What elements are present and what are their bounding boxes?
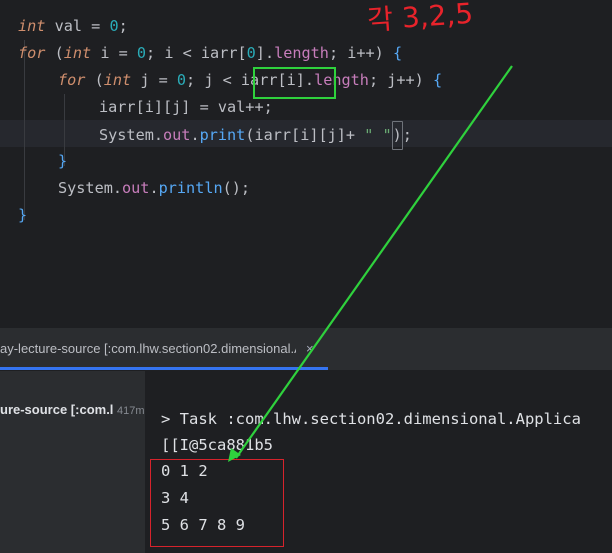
code-token: System. [58, 179, 123, 197]
code-editor[interactable]: int val = 0; for (int i = 0; i < iarr[0]… [0, 0, 612, 328]
run-tab[interactable]: ay-lecture-source [:com.lhw.section02.di… [0, 328, 328, 370]
code-token: ( [45, 44, 64, 62]
code-token: { [392, 44, 403, 62]
code-line[interactable]: iarr[i][j] = val++; [99, 94, 273, 121]
code-token: } [18, 206, 28, 224]
code-line[interactable]: for (int j = 0; j < iarr[i].length; j++)… [58, 67, 442, 94]
code-token: (iarr[i][j]+ [245, 126, 365, 144]
code-line[interactable]: int val = 0; [18, 13, 128, 40]
code-token: for [58, 71, 86, 89]
run-tree: ure-source [:com.l 417ms [0, 371, 145, 553]
code-token: } [58, 152, 68, 170]
run-duration: 417ms [117, 405, 145, 417]
run-tab-label: ay-lecture-source [:com.lhw.section02.di… [0, 341, 296, 356]
code-line[interactable]: } [58, 148, 67, 175]
code-token: ; i++) [328, 44, 393, 62]
code-token: ; [402, 126, 412, 144]
code-token: . [149, 179, 159, 197]
code-line[interactable]: System.out.print(iarr[i][j]+ " "); [99, 121, 412, 150]
green-highlight-box [253, 67, 336, 99]
run-tree-label: ure-source [:com.l [0, 402, 114, 417]
code-token: 0 [109, 17, 119, 35]
code-token: j = [131, 71, 177, 89]
code-token: out [122, 179, 150, 197]
run-tree-item[interactable]: ure-source [:com.l 417ms [0, 399, 145, 421]
code-token: " " [364, 126, 392, 144]
close-icon[interactable]: × [306, 328, 314, 370]
code-token: { [432, 71, 443, 89]
code-token: System. [99, 126, 164, 144]
code-token: int [18, 17, 46, 35]
code-token: (); [222, 179, 251, 197]
code-token: ( [85, 71, 104, 89]
code-token: ; [118, 17, 128, 35]
code-token: for [18, 44, 46, 62]
code-token: i = [91, 44, 137, 62]
code-token: print [199, 126, 246, 144]
code-token: out [163, 126, 191, 144]
matched-bracket: ) [391, 121, 403, 150]
code-token: iarr[i][j] = val++; [99, 98, 273, 116]
code-token: ]. [255, 44, 275, 62]
code-token: 0 [176, 71, 187, 89]
active-tab-indicator [0, 367, 328, 370]
code-line[interactable]: System.out.println(); [58, 175, 250, 202]
run-panel: ure-source [:com.l 417ms > Task :com.lhw… [0, 371, 612, 553]
ide-window: int val = 0; for (int i = 0; i < iarr[0]… [0, 0, 612, 553]
code-token: 0 [136, 44, 147, 62]
code-token: 0 [246, 44, 256, 62]
red-highlight-box [150, 459, 284, 547]
code-token: ; j++) [368, 71, 433, 89]
code-token: println [158, 179, 223, 197]
code-line[interactable]: for (int i = 0; i < iarr[0].length; i++)… [18, 40, 402, 67]
console-line: [[I@5ca881b5 [161, 436, 273, 454]
code-token: ; i < iarr[ [146, 44, 247, 62]
code-line[interactable]: } [18, 202, 27, 229]
code-token: int [63, 44, 92, 62]
code-token: length [274, 44, 329, 62]
indent-guide [24, 40, 25, 220]
code-token: int [103, 71, 132, 89]
code-token: . [190, 126, 200, 144]
code-token: val = [45, 17, 110, 35]
console-line: > Task :com.lhw.section02.dimensional.Ap… [161, 410, 581, 428]
run-tab-bar: ay-lecture-source [:com.lhw.section02.di… [0, 328, 612, 371]
